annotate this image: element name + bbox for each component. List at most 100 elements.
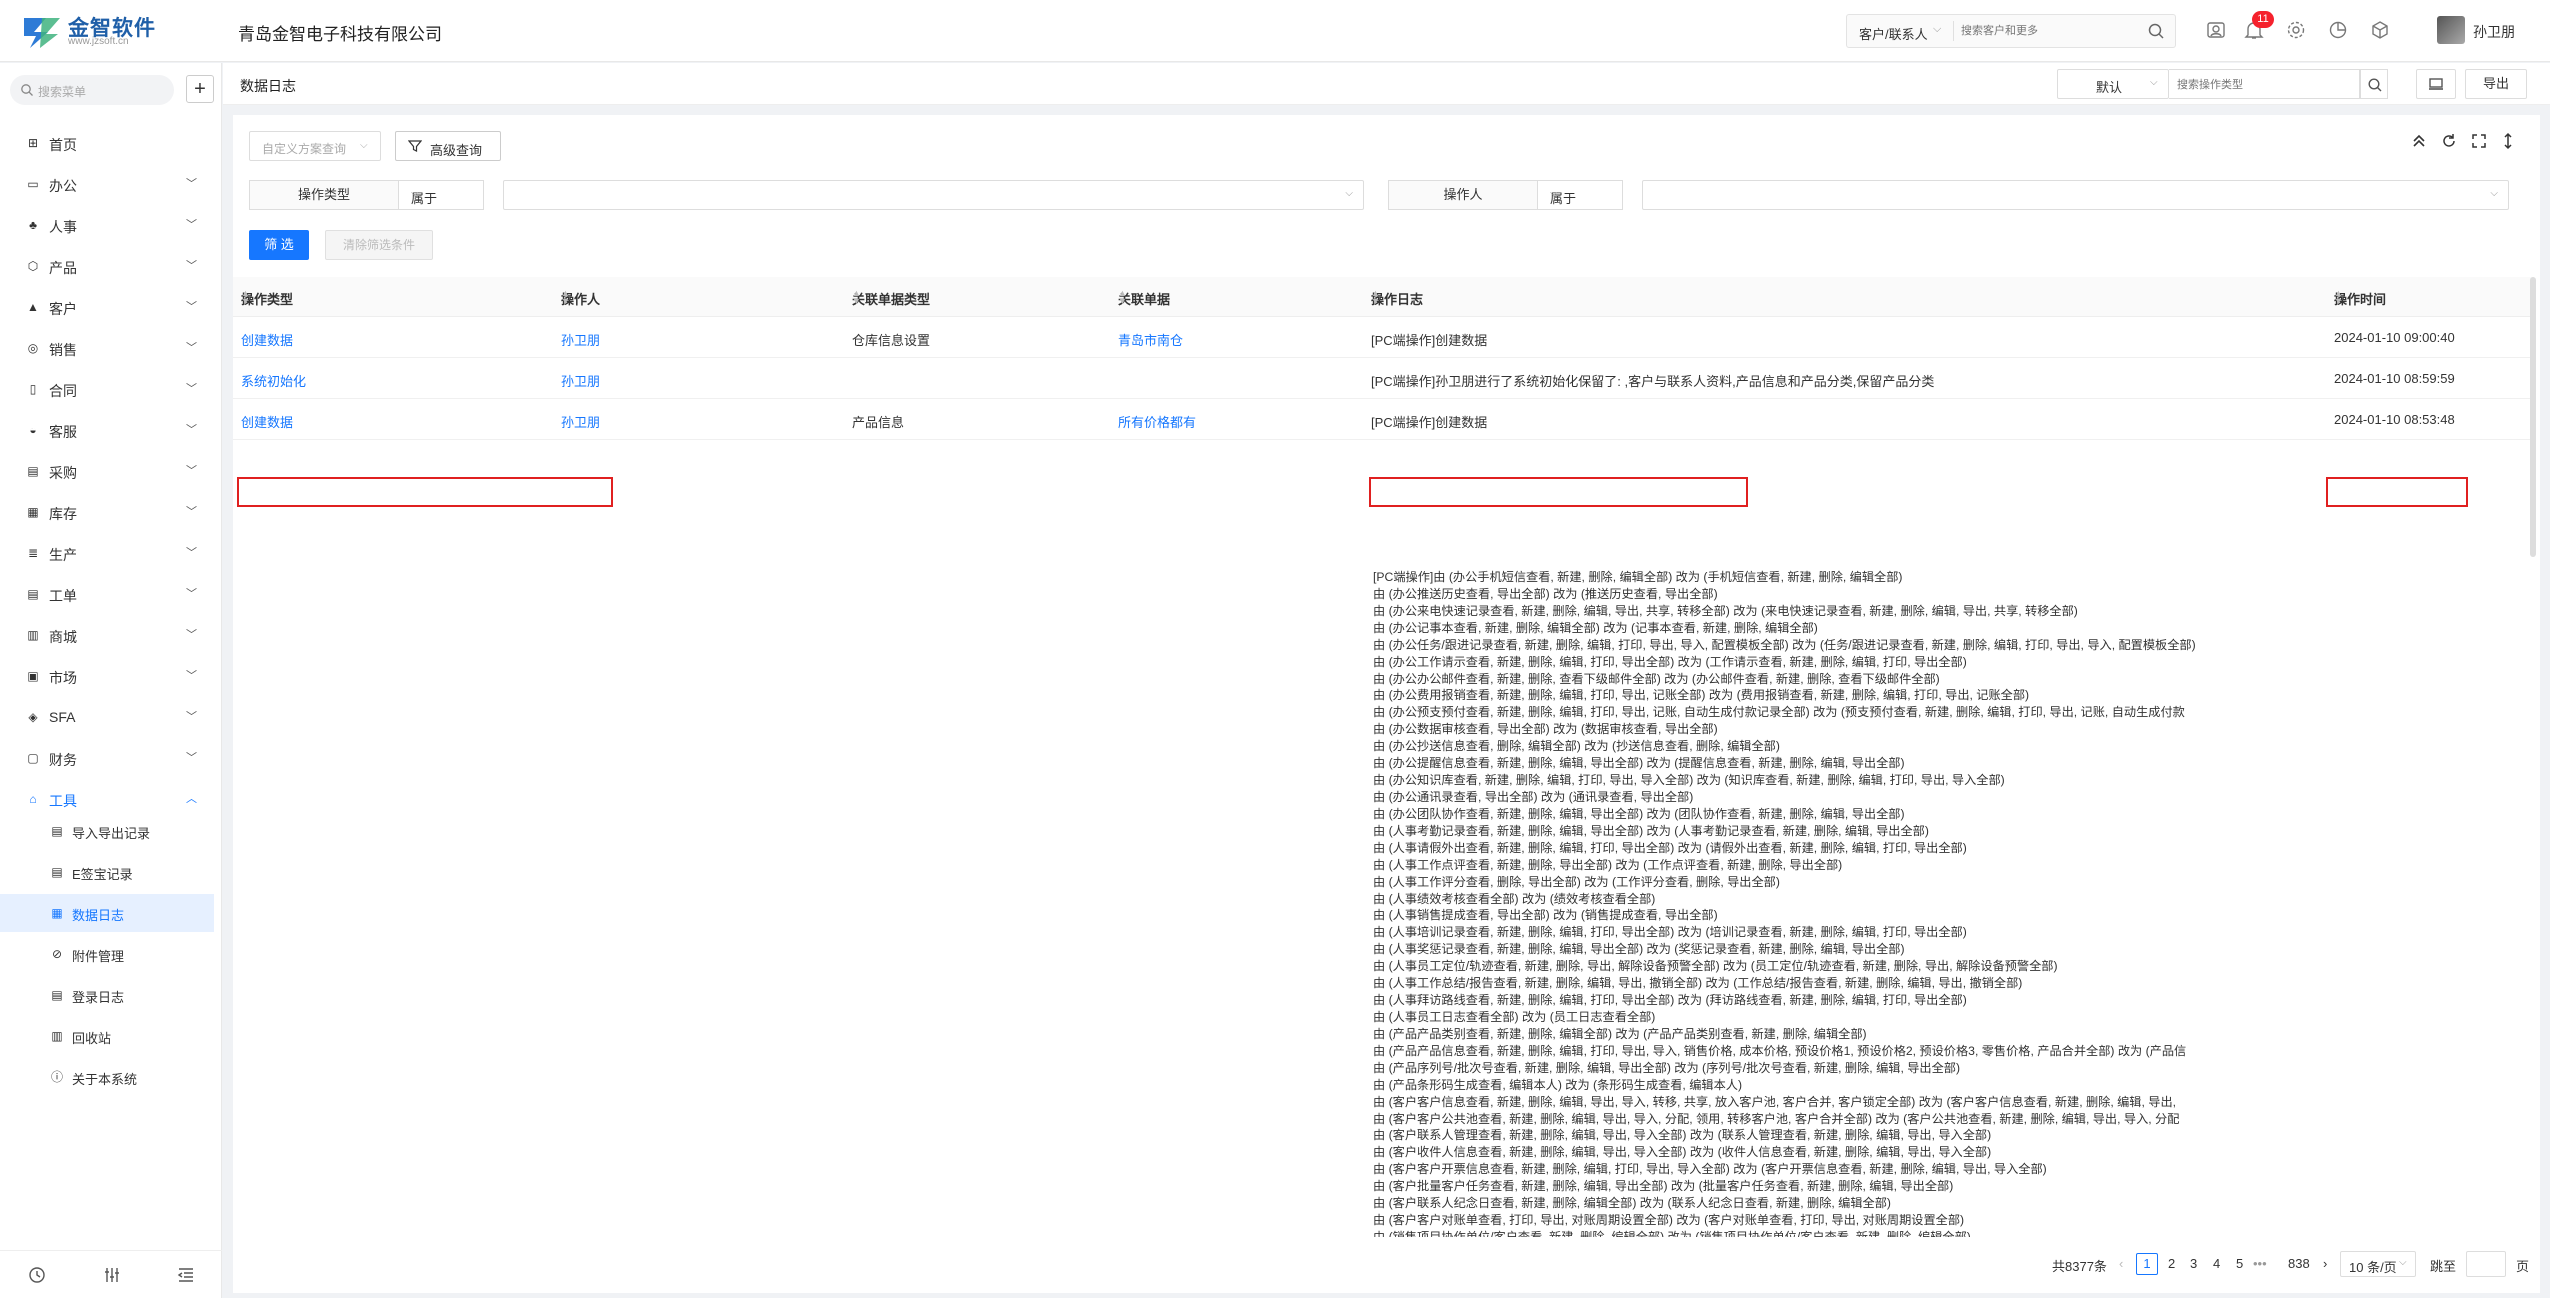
jump-page-input[interactable] bbox=[2466, 1251, 2506, 1277]
chevron-down-icon: ⌵ bbox=[1550, 188, 1558, 199]
sort-icon[interactable]: ▲ ▼ bbox=[1371, 289, 2318, 306]
chart-pie-icon[interactable] bbox=[2327, 19, 2349, 41]
cell-doc[interactable]: 所有价格都有 bbox=[1118, 412, 1196, 431]
column-header[interactable]: 操作日志 ▲ ▼ bbox=[1363, 277, 2326, 317]
page-number-active[interactable]: 1 bbox=[2136, 1253, 2158, 1275]
sidebar-item[interactable]: ▤ 工单 ﹀ bbox=[0, 575, 222, 613]
operation-search-button[interactable] bbox=[2360, 69, 2388, 99]
menu-search-input[interactable]: 搜索菜单 bbox=[10, 75, 174, 105]
sidebar-item[interactable]: ▤ 采购 ﹀ bbox=[0, 452, 222, 490]
prev-page-icon[interactable]: ‹ bbox=[2119, 1256, 2123, 1271]
sidebar-subitem[interactable]: ▦ 数据日志 bbox=[0, 894, 214, 932]
chevron-down-icon: ﹀ bbox=[186, 752, 197, 764]
page-size-select[interactable]: 10 条/页 ⌵ bbox=[2340, 1251, 2416, 1277]
sidebar-item[interactable]: ▢ 财务 ﹀ bbox=[0, 739, 222, 777]
sidebar-item[interactable]: ▭ 办公 ﹀ bbox=[0, 165, 222, 203]
sidebar-item[interactable]: ◎ 销售 ﹀ bbox=[0, 329, 222, 367]
sidebar-subitem[interactable]: ▤ E签宝记录 bbox=[0, 853, 214, 891]
sidebar-item[interactable]: ⬡ 产品 ﹀ bbox=[0, 247, 222, 285]
column-header[interactable]: 操作时间 ▲ ▼ bbox=[2326, 277, 2533, 317]
sidebar-item[interactable]: ⊞ 首页 bbox=[0, 124, 222, 162]
sidebar-item[interactable]: ▲ 客户 ﹀ bbox=[0, 288, 222, 326]
cell-type[interactable]: 创建数据 bbox=[241, 330, 293, 349]
operation-search-input[interactable] bbox=[2177, 76, 2347, 94]
sidebar-subitem-label: 附件管理 bbox=[72, 949, 125, 964]
export-button[interactable]: 导出 bbox=[2465, 69, 2527, 99]
vertical-scrollbar[interactable] bbox=[2530, 277, 2536, 557]
cell-doc[interactable]: 青岛市南仓 bbox=[1118, 330, 1183, 349]
cell-operator[interactable]: 孙卫朋 bbox=[561, 412, 600, 431]
advanced-query-button[interactable]: 高级查询 bbox=[395, 131, 501, 161]
filter-operator-select-type[interactable]: 属于 ⌵ bbox=[399, 180, 484, 210]
history-icon[interactable] bbox=[27, 1265, 47, 1285]
attachment-icon: ⊘ bbox=[51, 947, 63, 961]
sort-icon[interactable]: ▲ ▼ bbox=[561, 289, 836, 306]
finance-icon: ▢ bbox=[27, 751, 39, 765]
page-number[interactable]: 4 bbox=[2213, 1256, 2220, 1271]
page-ellipsis[interactable]: ••• bbox=[2253, 1256, 2267, 1271]
sidebar-subitem[interactable]: ⓘ 关于本系统 bbox=[0, 1058, 214, 1096]
sort-icon[interactable]: ▲ ▼ bbox=[241, 289, 545, 306]
search-icon[interactable] bbox=[2147, 22, 2165, 40]
filter-value-select-operator[interactable]: ⌵ bbox=[1642, 180, 2509, 210]
column-header[interactable]: 关联单据 ▲ ▼ bbox=[1110, 277, 1363, 317]
next-page-icon[interactable]: › bbox=[2323, 1256, 2327, 1271]
row-height-icon[interactable] bbox=[2499, 132, 2517, 150]
avatar[interactable] bbox=[2437, 16, 2465, 44]
print-button[interactable] bbox=[2416, 69, 2456, 99]
log-line: 由 (销售项目协作单位/客户查看, 新建, 删除, 编辑全部) 改为 (销售项目… bbox=[1373, 1229, 1971, 1237]
fullscreen-icon[interactable] bbox=[2470, 132, 2488, 150]
cell-type[interactable]: 创建数据 bbox=[241, 412, 293, 431]
log-line: 由 (办公知识库查看, 新建, 删除, 编辑, 打印, 导出, 导入全部) 改为… bbox=[1373, 773, 2005, 788]
cube-icon[interactable] bbox=[2369, 19, 2391, 41]
sidebar-item[interactable]: ▦ 库存 ﹀ bbox=[0, 493, 222, 531]
page-number[interactable]: 2 bbox=[2168, 1256, 2175, 1271]
sidebar-item[interactable]: ◒ 客服 ﹀ bbox=[0, 411, 222, 449]
log-line: 由 (办公任务/跟进记录查看, 新建, 删除, 编辑, 打印, 导出, 导入, … bbox=[1373, 637, 2196, 652]
sidebar-subitem[interactable]: ▤ 导入导出记录 bbox=[0, 812, 214, 850]
sort-icon[interactable]: ▲ ▼ bbox=[852, 289, 1102, 306]
sidebar-subitem[interactable]: ▤ 登录日志 bbox=[0, 976, 214, 1014]
workorder-icon: ▤ bbox=[27, 587, 39, 601]
search-category-select[interactable]: 客户/联系人 bbox=[1859, 24, 1928, 43]
contacts-icon[interactable] bbox=[2205, 19, 2227, 41]
sidebar-item[interactable]: ▣ 市场 ﹀ bbox=[0, 657, 222, 695]
page-number[interactable]: 3 bbox=[2190, 1256, 2197, 1271]
cell-type[interactable]: 系统初始化 bbox=[241, 371, 306, 390]
sidebar-subitem[interactable]: ⊘ 附件管理 bbox=[0, 935, 214, 973]
column-header[interactable]: 操作类型 ▲ ▼ bbox=[233, 277, 553, 317]
sidebar-subitem[interactable]: ▥ 回收站 bbox=[0, 1017, 214, 1055]
user-name[interactable]: 孙卫朋 bbox=[2473, 22, 2515, 42]
filter-value-select-type[interactable]: ⌵ bbox=[503, 180, 1364, 210]
sort-select[interactable]: 默认 ⌵ bbox=[2057, 69, 2169, 99]
collapse-up-icon[interactable] bbox=[2410, 132, 2428, 150]
sidebar-item-label: 合同 bbox=[49, 383, 77, 399]
sort-icon[interactable]: ▲ ▼ bbox=[2334, 289, 2525, 306]
table-row: 系统初始化 孙卫朋 [PC端操作]孙卫朋进行了系统初始化保留了: ,客户与联系人资料… bbox=[233, 358, 2533, 399]
add-menu-button[interactable]: + bbox=[186, 75, 214, 103]
sort-icon[interactable]: ▲ ▼ bbox=[1118, 289, 1355, 306]
cell-operator[interactable]: 孙卫朋 bbox=[561, 371, 600, 390]
sidebar-item[interactable]: ▯ 合同 ﹀ bbox=[0, 370, 222, 408]
sidebar-item[interactable]: ♣ 人事 ﹀ bbox=[0, 206, 222, 244]
sidebar-item[interactable]: ◈ SFA ﹀ bbox=[0, 698, 222, 736]
collapse-menu-icon[interactable] bbox=[176, 1265, 196, 1285]
global-search-input[interactable] bbox=[1961, 21, 2131, 41]
refresh-icon[interactable] bbox=[2440, 132, 2458, 150]
sidebar-item[interactable]: ≣ 生产 ﹀ bbox=[0, 534, 222, 572]
sliders-icon[interactable] bbox=[102, 1265, 122, 1285]
filter-field-operator: 操作人 bbox=[1388, 180, 1538, 210]
sidebar-item[interactable]: ▥ 商城 ﹀ bbox=[0, 616, 222, 654]
sfa-icon: ◈ bbox=[28, 710, 38, 724]
column-header[interactable]: 关联单据类型 ▲ ▼ bbox=[844, 277, 1110, 317]
custom-scheme-select[interactable]: 自定义方案查询 ⌵ bbox=[249, 131, 381, 161]
page-number[interactable]: 5 bbox=[2236, 1256, 2243, 1271]
clear-filter-button[interactable]: 清除筛选条件 bbox=[325, 230, 433, 260]
settings-icon[interactable] bbox=[2285, 19, 2307, 41]
filter-button[interactable]: 筛 选 bbox=[249, 230, 309, 260]
chevron-down-icon: ⌵ bbox=[2150, 77, 2158, 88]
column-header[interactable]: 操作人 ▲ ▼ bbox=[553, 277, 844, 317]
filter-operator-select-operator[interactable]: 属于 ⌵ bbox=[1538, 180, 1623, 210]
cell-operator[interactable]: 孙卫朋 bbox=[561, 330, 600, 349]
page-last[interactable]: 838 bbox=[2288, 1256, 2310, 1271]
